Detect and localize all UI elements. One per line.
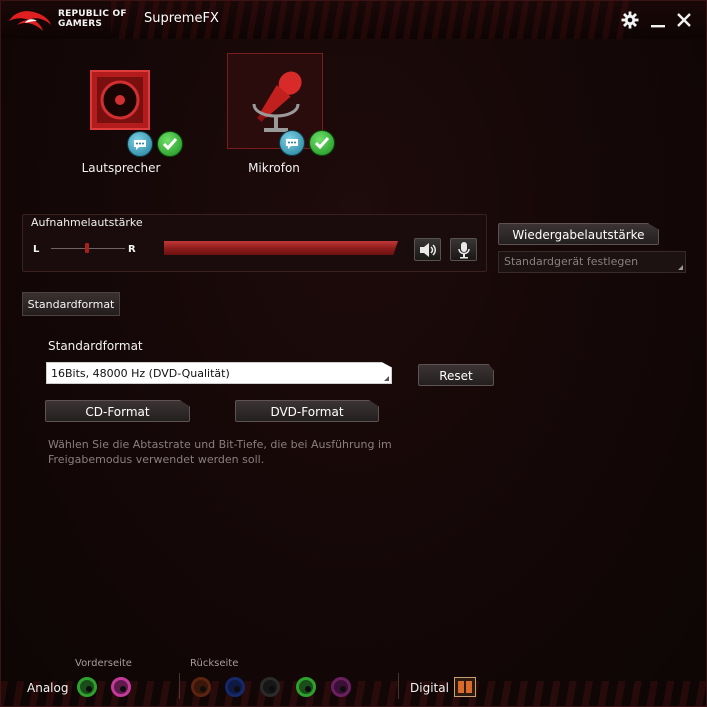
format-select[interactable]: 16Bits, 48000 Hz (DVD-Qualität) xyxy=(46,362,392,384)
chat-bubble-icon xyxy=(279,130,305,156)
device-speaker-label: Lautsprecher xyxy=(81,161,161,175)
bottom-decoration xyxy=(1,681,706,706)
app-title: SupremeFX xyxy=(144,11,219,26)
device-microphone[interactable] xyxy=(227,53,335,156)
tab-standardformat[interactable]: Standardformat xyxy=(22,292,120,316)
default-device-placeholder: Standardgerät festlegen xyxy=(504,255,639,268)
check-icon xyxy=(157,131,183,157)
rear-jack-blue[interactable] xyxy=(225,677,245,697)
balance-slider-thumb[interactable] xyxy=(85,243,89,253)
spdif-icon[interactable] xyxy=(454,677,476,697)
microphone-icon xyxy=(252,71,302,132)
balance-right-label: R xyxy=(128,244,136,255)
default-device-dropdown[interactable]: Standardgerät festlegen xyxy=(498,251,686,273)
speaker-icon xyxy=(90,70,150,130)
speaker-volume-button[interactable] xyxy=(414,238,441,261)
format-hint-text: Wählen Sie die Abtastrate und Bit-Tiefe,… xyxy=(48,438,392,466)
format-select-value: 16Bits, 48000 Hz (DVD-Qualität) xyxy=(51,367,230,380)
microphone-mute-button[interactable] xyxy=(450,238,477,261)
title-bar[interactable]: REPUBLIC OF GAMERS SupremeFX xyxy=(1,1,706,39)
device-speaker[interactable] xyxy=(73,53,183,157)
rog-logo-icon xyxy=(9,11,51,32)
balance-left-label: L xyxy=(33,244,40,255)
check-icon xyxy=(309,130,335,156)
supremefx-window: REPUBLIC OF GAMERS SupremeFX Lautspreche… xyxy=(0,0,707,707)
format-heading: Standardformat xyxy=(48,339,143,353)
dvd-format-button[interactable]: DVD-Format xyxy=(235,400,379,422)
front-panel-label: Vorderseite xyxy=(75,658,132,669)
chevron-down-icon xyxy=(384,376,389,381)
cd-format-button[interactable]: CD-Format xyxy=(45,400,190,422)
front-jack-green[interactable] xyxy=(77,677,97,697)
speaker-volume-icon xyxy=(419,242,436,257)
recording-volume-panel: Aufnahmelautstärke L R xyxy=(22,214,487,272)
brand-line-1: REPUBLIC OF xyxy=(58,9,127,19)
chevron-down-icon xyxy=(678,265,683,270)
microphone-small-icon xyxy=(457,241,470,258)
brand-text: REPUBLIC OF GAMERS xyxy=(58,9,127,29)
minimize-icon[interactable] xyxy=(649,11,667,29)
gear-icon[interactable] xyxy=(621,11,639,29)
rear-jack-black[interactable] xyxy=(260,677,280,697)
front-jack-pink[interactable] xyxy=(111,677,131,697)
device-microphone-label: Mikrofon xyxy=(248,161,300,175)
rear-jack-orange[interactable] xyxy=(191,677,211,697)
recording-volume-slider[interactable] xyxy=(164,241,398,255)
digital-label: Digital xyxy=(410,681,449,695)
analog-label: Analog xyxy=(27,681,69,695)
separator xyxy=(398,673,399,699)
separator xyxy=(179,673,180,699)
playback-volume-button[interactable]: Wiedergabelautstärke xyxy=(498,223,659,245)
rear-jack-green[interactable] xyxy=(296,677,316,697)
chat-bubble-icon xyxy=(127,131,153,157)
close-icon[interactable] xyxy=(675,11,693,29)
rear-jack-purple[interactable] xyxy=(331,677,351,697)
reset-button[interactable]: Reset xyxy=(418,364,494,386)
brand-line-2: GAMERS xyxy=(58,19,103,29)
rear-panel-label: Rückseite xyxy=(190,658,239,669)
recording-volume-title: Aufnahmelautstärke xyxy=(31,216,143,229)
